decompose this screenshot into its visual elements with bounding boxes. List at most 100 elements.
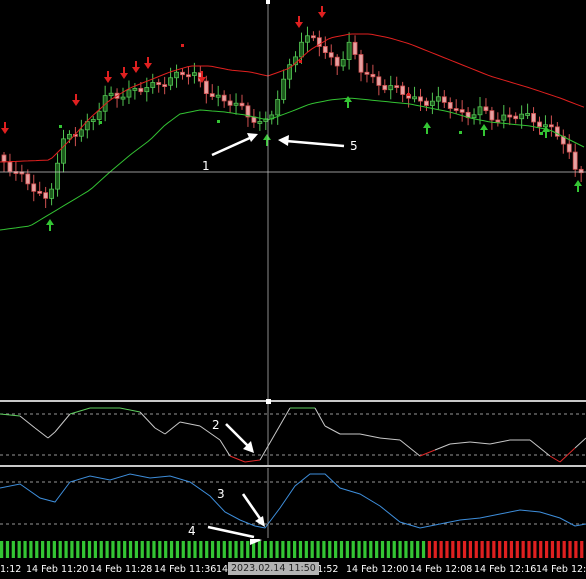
candle-body [340, 59, 346, 67]
signal-bar-green [345, 541, 349, 558]
osc1-segment [359, 433, 381, 439]
arrow-head [104, 77, 112, 83]
candle [156, 78, 162, 93]
candle [424, 97, 429, 112]
signal-bar-green [181, 541, 185, 558]
signal-bar-green [46, 541, 51, 558]
signal-bar-green [93, 541, 97, 558]
candle-body [394, 85, 400, 88]
candle-body [513, 115, 519, 120]
arrow-head [263, 134, 271, 140]
candle [525, 103, 530, 119]
candle [471, 108, 477, 125]
osc1-segment [324, 425, 341, 435]
signal-bar-green [199, 541, 203, 558]
candle-body [549, 124, 554, 128]
candle [376, 71, 382, 96]
signal-bar-red [451, 541, 455, 558]
arrow-head [423, 122, 431, 128]
up-arrow-icon [423, 122, 431, 134]
signal-bar-red [498, 541, 502, 558]
signal-bar-green [298, 541, 303, 558]
candle-body [489, 110, 495, 121]
candle [483, 98, 489, 115]
candle-body [447, 102, 453, 109]
candle-body [168, 77, 174, 86]
down-arrow-icon [1, 122, 9, 134]
candle-body [388, 85, 394, 91]
signal-bar-red [439, 541, 443, 558]
candle [459, 100, 465, 122]
signal-bar-green [128, 541, 133, 558]
candle-body [239, 102, 245, 107]
candle [310, 31, 316, 42]
osc1-segment [54, 413, 71, 433]
candle-body [203, 80, 209, 95]
oscillator-panel-1[interactable]: 2 [0, 404, 586, 465]
candle [13, 161, 19, 181]
candle [150, 73, 156, 94]
signal-bar-green [70, 541, 74, 558]
candle-body [61, 138, 66, 164]
candle-body [227, 100, 233, 106]
panel-divider-2[interactable] [0, 465, 586, 467]
signal-dot [299, 60, 302, 63]
candle-body [25, 173, 31, 185]
time-tick: 14 Feb 11:28 [90, 564, 153, 575]
signal-bar-green [64, 541, 68, 558]
candle-body [126, 89, 132, 98]
candle [352, 35, 358, 60]
candle-body [233, 102, 239, 106]
candle [108, 86, 114, 100]
signal-bar-green [175, 541, 180, 558]
signal-bar-green [134, 541, 138, 558]
candle [233, 93, 239, 115]
candle-body [150, 82, 156, 88]
oscillator-panel-2[interactable]: 3 4 [0, 468, 586, 538]
signal-bar-green [240, 541, 244, 558]
up-arrow-icon [263, 134, 271, 146]
signal-bar-green [5, 541, 10, 558]
candle-body [55, 162, 60, 190]
signal-bar-red [527, 541, 531, 558]
signal-bar-green [357, 541, 361, 558]
signal-bar-green [17, 541, 21, 558]
trading-chart-window[interactable]: 1 5 2 3 4 1:12 14 Feb 11:20 14 Feb 11:28… [0, 0, 586, 579]
candle [19, 164, 25, 183]
candle [203, 75, 209, 104]
signal-bar-green [269, 541, 273, 558]
candle [412, 86, 417, 103]
signal-bar-green [322, 541, 326, 558]
candle [566, 134, 572, 159]
signal-bar-green [293, 541, 297, 558]
candle-body [120, 96, 126, 100]
candle-body [49, 188, 54, 199]
candle [501, 105, 507, 129]
candle [560, 129, 566, 154]
signal-bar-green [257, 541, 262, 558]
candle-body [96, 110, 102, 120]
crosshair-handle[interactable] [266, 0, 270, 4]
candle [25, 169, 31, 191]
signal-bar-green [246, 541, 250, 558]
signal-bar-red [533, 541, 537, 558]
price-chart-panel[interactable]: 1 5 [0, 0, 586, 400]
candle-body [1, 154, 7, 163]
candle-body [132, 87, 138, 91]
arrow-head [295, 22, 303, 28]
candle-body [531, 113, 536, 123]
candle-body [180, 71, 185, 76]
arrow-head [480, 124, 488, 130]
candle [388, 75, 394, 100]
candle-body [299, 41, 304, 58]
signal-bar-green [398, 541, 402, 558]
candle [346, 32, 352, 70]
signal-bar-green [52, 541, 56, 558]
signal-bar-green [11, 541, 15, 558]
osc1-line [0, 407, 586, 463]
time-tick: 14 Feb 12:2 [536, 564, 586, 575]
panel-divider-1[interactable] [0, 400, 586, 402]
signal-bar-red [427, 541, 431, 558]
candle [370, 64, 376, 84]
arrow-head [72, 100, 80, 106]
